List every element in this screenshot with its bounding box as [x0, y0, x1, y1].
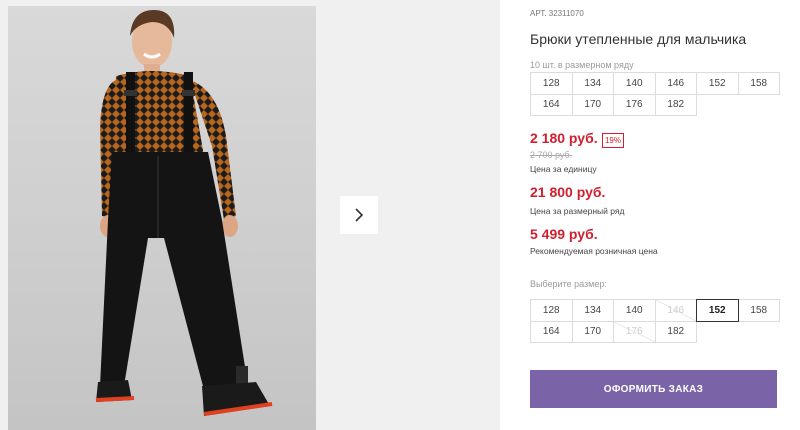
size-range-hint: 10 шт. в размерном ряду	[530, 60, 634, 70]
place-order-button[interactable]: Оформить заказ	[530, 370, 777, 408]
size-option[interactable]: 182	[654, 320, 697, 343]
range-size-cell: 134	[571, 72, 614, 95]
range-size-cell: 164	[530, 93, 573, 116]
range-size-cell: 146	[654, 72, 697, 95]
range-price: 21 800 руб.	[530, 184, 606, 200]
old-price: 2 700 руб.	[530, 150, 573, 160]
next-image-button[interactable]	[340, 196, 378, 234]
chevron-right-icon	[355, 208, 364, 222]
article-value: 32311070	[548, 9, 584, 18]
size-option[interactable]: 158	[737, 299, 780, 322]
select-size-label: Выберите размер:	[530, 279, 607, 289]
size-option-selected[interactable]: 152	[696, 299, 739, 322]
size-option[interactable]: 128	[530, 299, 573, 322]
product-title: Брюки утепленные для мальчика	[530, 31, 747, 47]
discount-badge: 19%	[602, 133, 624, 148]
range-size-cell: 176	[613, 93, 656, 116]
range-size-cell: 158	[737, 72, 780, 95]
size-option[interactable]: 164	[530, 320, 573, 343]
retail-price: 5 499 руб.	[530, 226, 598, 242]
range-size-cell: 140	[613, 72, 656, 95]
unit-price: 2 180 руб.	[530, 130, 598, 146]
range-size-cell: 152	[696, 72, 739, 95]
article-number: АРТ. 32311070	[530, 9, 584, 18]
retail-price-label: Рекомендуемая розничная цена	[530, 246, 658, 256]
size-option-unavailable: 146	[654, 299, 697, 322]
range-size-cell: 128	[530, 72, 573, 95]
product-photo[interactable]	[8, 6, 316, 430]
size-select-grid: 128 134 140 146 152 158 164 170 176 182	[530, 299, 780, 343]
product-info: АРТ. 32311070 Брюки утепленные для мальч…	[530, 0, 800, 430]
size-option-unavailable: 176	[613, 320, 656, 343]
range-size-cell: 182	[654, 93, 697, 116]
range-price-label: Цена за размерный ряд	[530, 206, 625, 216]
article-label: АРТ.	[530, 9, 547, 18]
boy-in-snow-pants-image	[95, 10, 273, 416]
size-range-grid: 128 134 140 146 152 158 164 170 176 182	[530, 72, 780, 116]
size-option[interactable]: 140	[613, 299, 656, 322]
product-gallery	[0, 0, 500, 430]
unit-price-label: Цена за единицу	[530, 164, 597, 174]
size-option[interactable]: 134	[571, 299, 614, 322]
range-size-cell: 170	[571, 93, 614, 116]
size-option[interactable]: 170	[571, 320, 614, 343]
